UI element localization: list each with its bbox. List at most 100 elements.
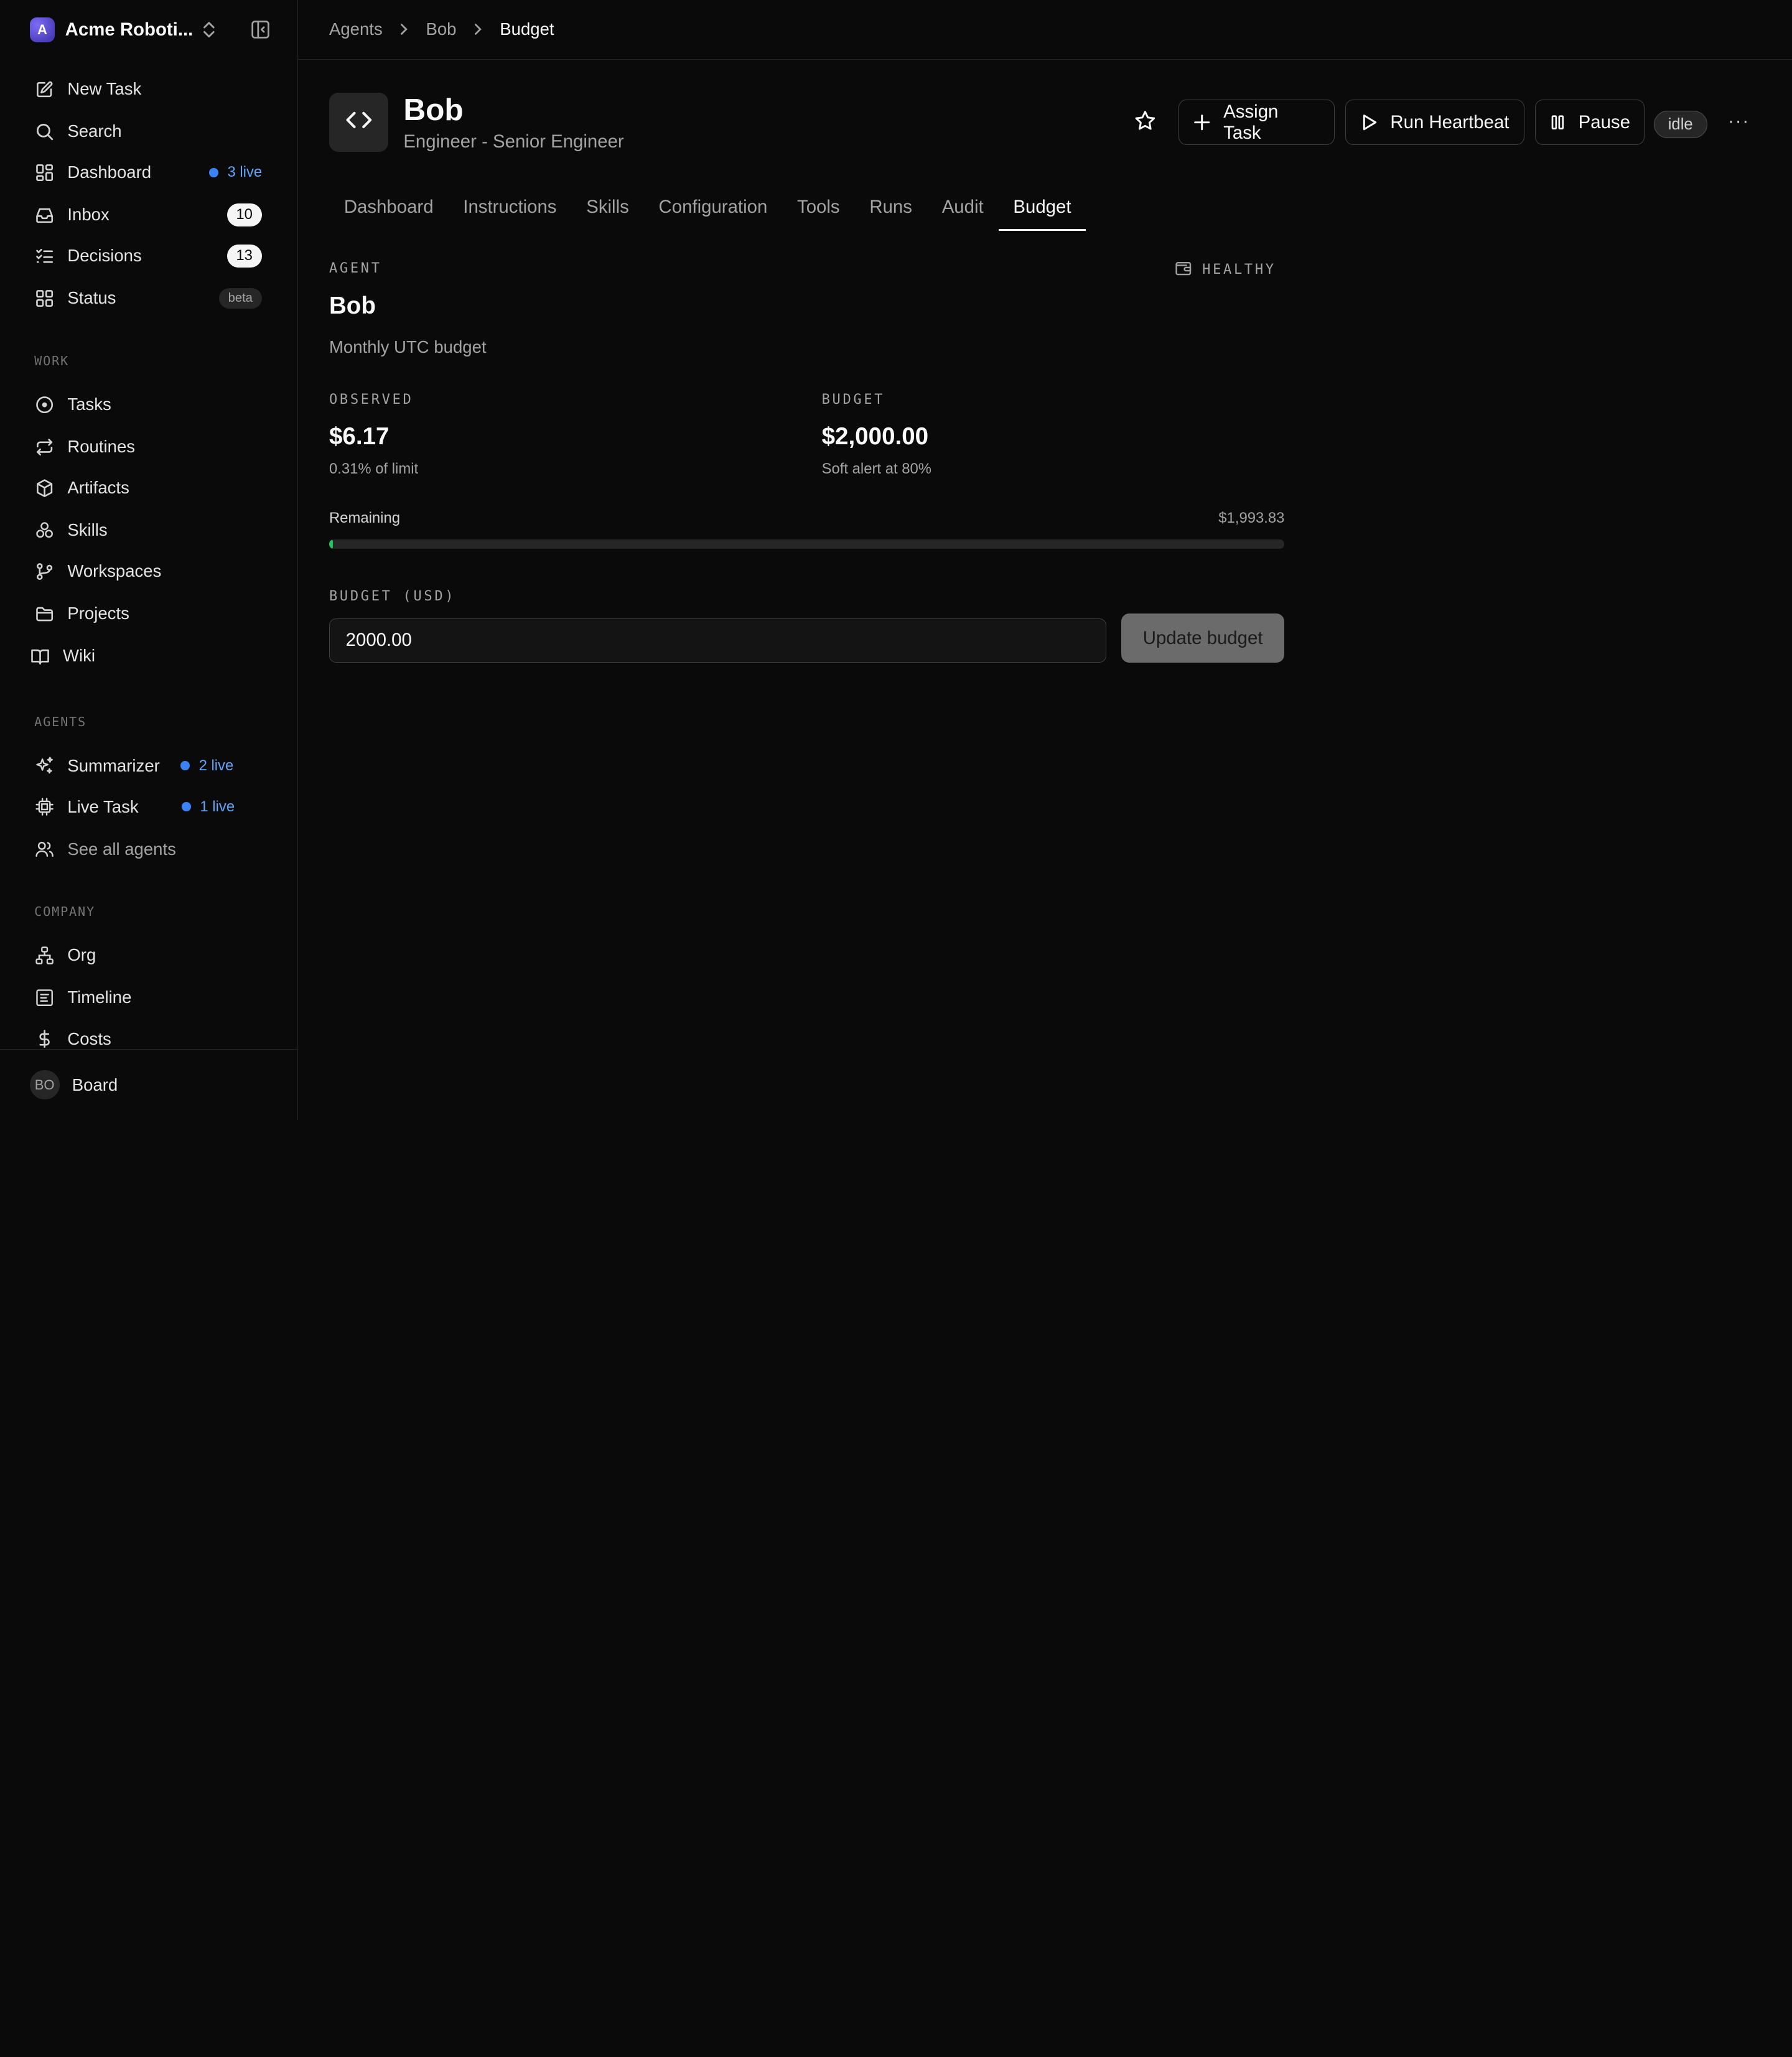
nav-inbox[interactable]: Inbox 10 — [34, 198, 269, 232]
timeline-icon — [34, 987, 55, 1008]
section-work-heading: WORK — [34, 353, 70, 368]
book-open-icon — [30, 646, 50, 666]
sparkles-icon — [34, 755, 55, 776]
nav-label: Search — [67, 121, 122, 141]
circle-dot-icon — [34, 394, 55, 415]
agent-tabs: Dashboard Instructions Skills Configurat… — [329, 185, 1086, 231]
agent-role: Engineer - Senior Engineer — [403, 131, 624, 152]
grid-icon — [34, 288, 55, 309]
assign-task-label: Assign Task — [1223, 101, 1279, 143]
chevron-right-icon — [398, 22, 409, 36]
inbox-count-badge: 10 — [226, 203, 262, 226]
nav-label: Timeline — [67, 987, 132, 1007]
nav-label: Decisions — [67, 246, 142, 266]
nav-agent-live-task[interactable]: Live Task 1 live — [34, 790, 269, 824]
nav-org[interactable]: Org — [34, 938, 269, 973]
tab-configuration[interactable]: Configuration — [644, 185, 782, 231]
tab-skills[interactable]: Skills — [571, 185, 643, 231]
breadcrumb-bob[interactable]: Bob — [426, 19, 456, 39]
nav-label: Live Task — [67, 796, 139, 816]
avatar: BO — [29, 1070, 60, 1100]
run-heartbeat-button[interactable]: Run Heartbeat — [1345, 99, 1525, 146]
budget-value: $2,000.00 — [821, 422, 929, 450]
wallet-icon — [1175, 259, 1192, 281]
workspace-logo: A — [29, 17, 55, 42]
inbox-icon — [34, 205, 55, 225]
nav-label: Costs — [67, 1028, 111, 1048]
beta-badge: beta — [218, 287, 262, 309]
repeat-icon — [34, 437, 55, 457]
budget-amount-input[interactable]: 2000.00 — [329, 618, 1106, 663]
nav-tasks[interactable]: Tasks — [34, 388, 269, 422]
nav-new-task[interactable]: New Task — [34, 72, 269, 106]
play-icon — [1363, 114, 1376, 130]
tab-budget[interactable]: Budget — [998, 185, 1086, 231]
nav-label: Workspaces — [67, 561, 162, 581]
health-status: HEALTHY — [1202, 262, 1276, 278]
assign-task-button[interactable]: Assign Task — [1178, 99, 1335, 146]
nav-workspaces[interactable]: Workspaces — [34, 554, 269, 589]
pause-icon — [1551, 115, 1564, 129]
chevron-right-icon — [472, 22, 483, 36]
observed-note: 0.31% of limit — [329, 460, 419, 478]
nav-wiki[interactable]: Wiki — [30, 639, 264, 673]
nav-dashboard[interactable]: Dashboard 3 live — [34, 156, 269, 190]
more-options-icon[interactable]: ··· — [1728, 111, 1750, 132]
org-chart-icon — [34, 945, 55, 966]
tab-tools[interactable]: Tools — [782, 185, 854, 231]
nav-label: Summarizer — [67, 755, 160, 775]
nav-label: Status — [67, 288, 116, 308]
board-label: Board — [72, 1075, 118, 1094]
budget-label: BUDGET — [821, 391, 885, 408]
star-icon[interactable] — [1134, 110, 1157, 138]
observed-value: $6.17 — [329, 422, 390, 450]
nav-label: Routines — [67, 437, 136, 457]
nav-status[interactable]: Status beta — [34, 281, 269, 315]
nav-agent-summarizer[interactable]: Summarizer 2 live — [34, 749, 269, 783]
scope-label: AGENT — [329, 260, 382, 276]
users-icon — [34, 839, 55, 859]
chevron-updown-icon[interactable] — [201, 21, 217, 44]
decisions-count-badge: 13 — [226, 245, 262, 268]
collapse-sidebar-icon[interactable] — [250, 19, 271, 45]
agent-avatar — [329, 92, 389, 152]
edit-icon — [34, 79, 55, 100]
breadcrumb-agents[interactable]: Agents — [329, 19, 383, 39]
tab-audit[interactable]: Audit — [927, 185, 999, 231]
dashboard-icon — [34, 162, 55, 183]
search-icon — [34, 121, 55, 142]
breadcrumb-budget: Budget — [500, 19, 554, 39]
live-count: 3 live — [227, 164, 263, 181]
nav-label: New Task — [67, 79, 142, 99]
nav-artifacts[interactable]: Artifacts — [34, 471, 269, 505]
sidebar-footer[interactable]: BO Board — [0, 1049, 299, 1120]
live-dot — [209, 167, 218, 177]
nav-projects[interactable]: Projects — [34, 597, 269, 631]
nav-search[interactable]: Search — [34, 114, 269, 149]
budget-progress-bar — [329, 539, 1285, 549]
remaining-label: Remaining — [329, 510, 401, 527]
nav-decisions[interactable]: Decisions 13 — [34, 239, 269, 273]
main-content: Agents Bob Budget Bob Engineer - Senior … — [298, 0, 1792, 1120]
live-indicator: 2 live — [180, 757, 233, 775]
cpu-icon — [34, 796, 55, 817]
section-agents-heading: AGENTS — [34, 714, 87, 729]
budget-input-label: BUDGET (USD) — [329, 588, 456, 604]
tab-instructions[interactable]: Instructions — [448, 185, 571, 231]
workspace-name: Acme Roboti... — [65, 19, 194, 40]
app: A Acme Roboti... New Task Search Dashboa… — [0, 0, 1792, 1120]
live-count: 2 live — [198, 757, 234, 774]
nav-timeline[interactable]: Timeline — [34, 981, 269, 1015]
section-company-heading: COMPANY — [34, 903, 96, 919]
tab-runs[interactable]: Runs — [854, 185, 926, 231]
pause-button[interactable]: Pause — [1534, 99, 1645, 146]
nav-label: Org — [67, 945, 96, 965]
nav-see-all-agents[interactable]: See all agents — [34, 832, 269, 866]
tab-dashboard[interactable]: Dashboard — [329, 185, 448, 231]
remaining-value: $1,993.83 — [1218, 510, 1285, 527]
nav-skills[interactable]: Skills — [34, 513, 269, 548]
folder-icon — [34, 604, 55, 624]
nav-routines[interactable]: Routines — [34, 430, 269, 464]
code-icon — [344, 105, 374, 140]
update-budget-button[interactable]: Update budget — [1121, 613, 1285, 663]
